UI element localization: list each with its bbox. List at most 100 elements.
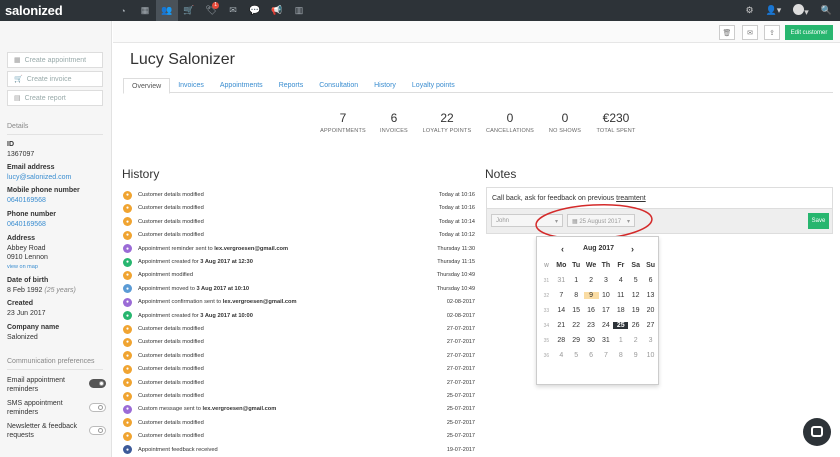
history-time: 25-07-2017 (446, 393, 475, 399)
history-message: Customer details modified (138, 219, 439, 225)
calendar-day[interactable]: 8 (569, 292, 584, 299)
settings-icon[interactable]: ⚙ (745, 5, 753, 16)
calendar-day[interactable]: 25 (613, 322, 629, 329)
calendar-day[interactable]: 20 (643, 307, 658, 314)
calendar-icon[interactable]: ▦ (134, 0, 156, 21)
mail-icon: ✉ (747, 29, 753, 37)
history-text: Appointment created for (138, 312, 201, 319)
megaphone-icon[interactable]: 📢 (266, 0, 288, 21)
date-picker[interactable]: ‹ Aug 2017 › W Mo Tu We Th Fr Sa Su 31 31 1 2 3 4 5 6 32… (536, 236, 659, 385)
calendar-day[interactable]: 9 (628, 352, 643, 359)
calendar-day[interactable]: 4 (613, 277, 628, 284)
chart-icon[interactable]: ▥ (288, 0, 310, 21)
history-row: ● Customer details modified 27-07-2017 (123, 363, 475, 375)
calendar-day[interactable]: 29 (569, 337, 584, 344)
support-chat-button[interactable] (803, 418, 831, 446)
mail-icon[interactable]: ✉ (222, 0, 244, 21)
calendar-day[interactable]: 8 (613, 352, 628, 359)
history-message: Customer details modified (138, 433, 447, 439)
create-invoice-button[interactable]: 🛒 Create invoice (7, 71, 103, 87)
next-month-arrow-icon[interactable]: › (631, 244, 634, 254)
history-message: Customer details modified (138, 205, 439, 211)
tab-appointments[interactable]: Appointments (212, 78, 271, 93)
delete-button[interactable]: 🗑 (719, 25, 735, 40)
user-icon[interactable]: 👤▾ (766, 5, 782, 16)
history-time: 27-07-2017 (446, 352, 475, 359)
search-icon[interactable]: 🔍 (821, 5, 832, 16)
calendar-day[interactable]: 15 (569, 307, 584, 314)
history-text: Customer details modified (138, 366, 204, 373)
calendar-day[interactable]: 18 (613, 307, 628, 314)
calendar-day[interactable]: 26 (628, 322, 643, 329)
sms-reminders-toggle[interactable] (89, 403, 106, 412)
calendar-day[interactable]: 13 (643, 292, 658, 299)
calendar-day[interactable]: 16 (584, 307, 599, 314)
tab-invoices[interactable]: Invoices (170, 78, 212, 93)
calendar-day[interactable]: 30 (584, 337, 599, 344)
phone-link[interactable]: 0640169568 (7, 221, 46, 228)
create-report-button[interactable]: ▤ Create report (7, 90, 103, 106)
calendar-day[interactable]: 7 (599, 352, 614, 359)
calendar-day[interactable]: 6 (584, 352, 599, 359)
email-reminders-toggle[interactable] (89, 379, 106, 388)
history-text: Appointment confirmation sent to (138, 299, 223, 306)
history-event-icon: ● (123, 244, 132, 254)
tab-reports[interactable]: Reports (271, 78, 312, 93)
edit-customer-button[interactable]: Edit customer (785, 25, 833, 40)
calendar-day[interactable]: 3 (643, 337, 658, 344)
create-appointment-button[interactable]: ▦ Create appointment (7, 52, 103, 68)
calendar-day[interactable]: 17 (599, 307, 614, 314)
calendar-day[interactable]: 5 (628, 277, 643, 284)
history-highlight: 3 Aug 2017 at 12:30 (200, 259, 253, 265)
history-row: ● Customer details modified Today at 10:16 (123, 202, 475, 214)
tab-overview[interactable]: Overview (123, 78, 171, 94)
app-logo[interactable]: salonized (0, 3, 112, 18)
customers-icon[interactable]: 👥 (156, 0, 178, 21)
cart-icon[interactable]: 🛒 (178, 0, 200, 21)
history-time: Today at 10:12 (438, 232, 475, 239)
calendar-day[interactable]: 28 (554, 337, 569, 344)
view-on-map-link[interactable]: view on map (7, 264, 38, 270)
calendar-day[interactable]: 31 (554, 277, 569, 284)
trash-icon: 🗑 (722, 29, 732, 37)
tab-consultation[interactable]: Consultation (311, 78, 366, 93)
newsletter-toggle[interactable] (89, 426, 106, 435)
calendar-day[interactable]: 21 (554, 322, 569, 329)
tag-icon[interactable]: 🏷 1 (200, 0, 222, 21)
calendar-day[interactable]: 19 (628, 307, 643, 314)
calendar-day[interactable]: 10 (599, 292, 614, 299)
calendar-day[interactable]: 22 (569, 322, 584, 329)
calendar-day[interactable]: 6 (643, 277, 658, 284)
calendar-day[interactable]: 5 (569, 352, 584, 359)
calendar-day[interactable]: 1 (613, 337, 628, 344)
tab-loyalty-points[interactable]: Loyalty points (404, 78, 463, 93)
calendar-day[interactable]: 23 (584, 322, 599, 329)
chat-icon[interactable]: 💬 (244, 0, 266, 21)
calendar-day[interactable]: 1 (569, 277, 584, 284)
export-button[interactable]: ⇪ (764, 25, 780, 40)
calendar-day[interactable]: 12 (628, 292, 643, 299)
calendar-day[interactable]: 24 (599, 322, 614, 329)
mobile-link[interactable]: 0640169568 (7, 197, 46, 204)
calendar-day[interactable]: 3 (599, 277, 614, 284)
calendar-day[interactable]: 2 (628, 337, 643, 344)
calendar-day[interactable]: 31 (599, 337, 614, 344)
calendar-day[interactable]: 7 (554, 292, 569, 299)
calendar-day[interactable]: 14 (554, 307, 569, 314)
pref-sms-label: SMS appointment reminders (7, 400, 63, 416)
save-note-button[interactable]: Save (808, 213, 829, 229)
avatar[interactable]: ▾ (793, 3, 809, 18)
history-time: 25-07-2017 (446, 419, 475, 426)
calendar-day[interactable]: 11 (613, 292, 628, 299)
tab-history[interactable]: History (366, 78, 404, 93)
email-link[interactable]: lucy@salonized.com (7, 174, 71, 181)
calendar-day[interactable]: 27 (643, 322, 658, 329)
dashboard-icon[interactable]: ◔ (112, 0, 134, 21)
calendar-day[interactable]: 10 (643, 352, 658, 359)
email-button[interactable]: ✉ (742, 25, 758, 40)
calendar-day[interactable]: 9 (583, 292, 599, 299)
calendar-day[interactable]: 2 (584, 277, 599, 284)
calendar-day[interactable]: 4 (554, 352, 569, 359)
history-event-icon: ● (123, 445, 132, 455)
history-text: Customer details modified (138, 192, 204, 198)
